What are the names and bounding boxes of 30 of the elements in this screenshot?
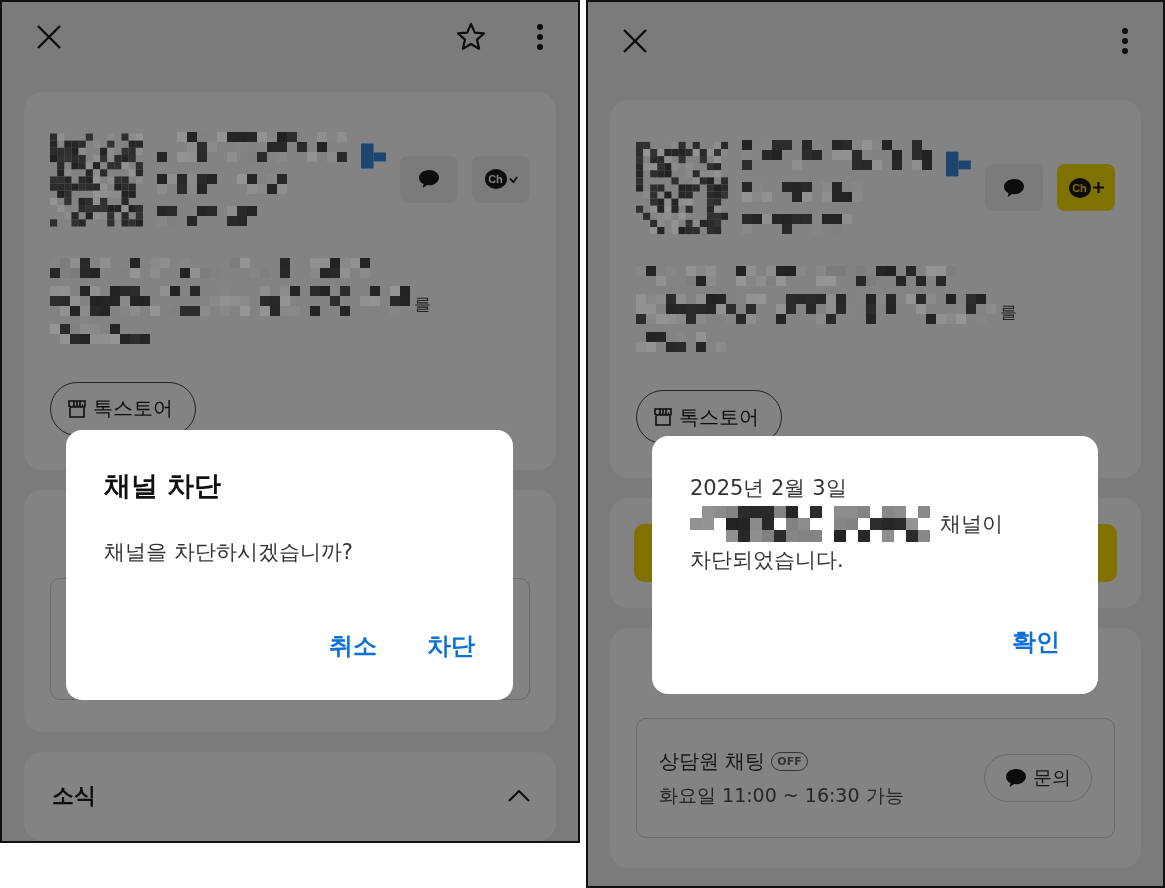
chat-icon bbox=[1003, 177, 1025, 198]
close-icon[interactable] bbox=[622, 28, 648, 54]
plus-icon bbox=[1092, 182, 1104, 193]
channel-button[interactable]: Ch bbox=[472, 155, 530, 203]
dialog-button[interactable]: 취소 bbox=[329, 630, 377, 662]
dialog-button[interactable]: 확인 bbox=[1012, 626, 1060, 658]
dialog-button[interactable]: 차단 bbox=[427, 630, 475, 662]
chevron-icon[interactable] bbox=[508, 790, 530, 803]
check-icon bbox=[508, 175, 518, 183]
dialog-message: 채널이 bbox=[940, 511, 1003, 538]
consult-title: 상담원 채팅 bbox=[659, 747, 766, 775]
chat-icon bbox=[418, 169, 440, 190]
dialog-title: 채널 차단 bbox=[104, 469, 223, 503]
hours-text: 화요일 11:00 ~ 16:30 가능 bbox=[659, 782, 904, 808]
date-text: 2025년 2월 3일 bbox=[690, 475, 848, 502]
close-icon[interactable] bbox=[36, 23, 62, 50]
description-text: 를 bbox=[414, 292, 431, 316]
chat-button[interactable] bbox=[400, 155, 458, 203]
more-icon[interactable] bbox=[536, 23, 544, 50]
star-icon[interactable] bbox=[456, 21, 486, 52]
channel-button[interactable]: Ch bbox=[1057, 164, 1115, 211]
store-icon bbox=[67, 398, 87, 419]
description-text: 를 bbox=[1000, 301, 1017, 324]
dialog-message: 채널을 차단하시겠습니까? bbox=[104, 539, 354, 566]
store-icon bbox=[653, 407, 673, 427]
chat-button[interactable] bbox=[985, 164, 1043, 211]
more-icon[interactable] bbox=[1121, 28, 1129, 54]
chat-icon bbox=[1005, 768, 1027, 788]
section-title: 소식 bbox=[52, 782, 96, 811]
dialog-message: 차단되었습니다. bbox=[690, 547, 845, 574]
